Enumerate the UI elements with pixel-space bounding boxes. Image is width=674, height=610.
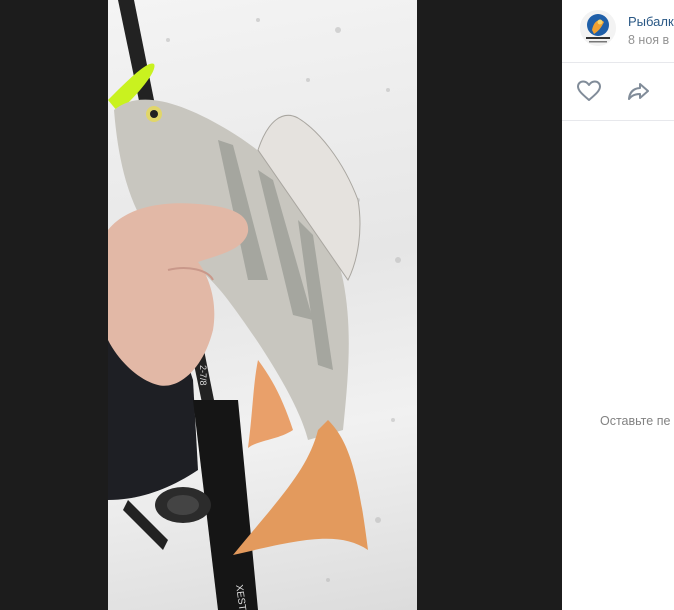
avatar[interactable] [580,10,616,46]
community-logo-icon [580,10,616,46]
photo-viewer-backdrop[interactable]: XESTA 2-7/8 [0,0,562,610]
share-button[interactable] [626,78,652,104]
post-sidebar: Рыбалк 8 ноя в Оставьте пе [562,0,674,610]
comments-empty-text: Оставьте пе [600,414,671,428]
heart-icon [577,80,601,101]
like-button[interactable] [576,78,602,104]
post-photo[interactable]: XESTA 2-7/8 [108,0,417,610]
post-date[interactable]: 8 ноя в [628,33,669,47]
post-author-link[interactable]: Рыбалк [628,14,674,29]
post-actions [562,62,674,121]
share-arrow-icon [628,83,649,100]
photo-perch-illustration: XESTA 2-7/8 [108,0,401,610]
post-header: Рыбалк 8 ноя в [562,0,674,63]
rod-spec-text: 2-7/8 [198,365,208,386]
